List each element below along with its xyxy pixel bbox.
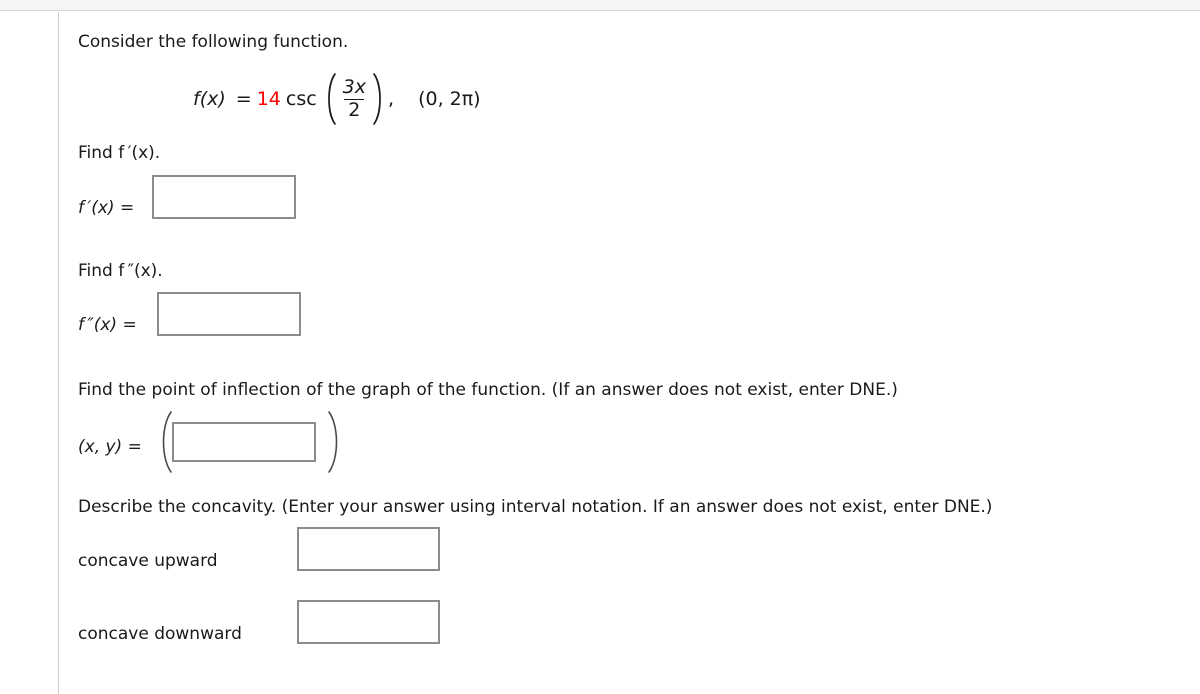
coefficient-value: 14 bbox=[256, 88, 281, 110]
concavity-prompt: Describe the concavity. (Enter your answ… bbox=[78, 497, 993, 517]
concave-downward-input[interactable] bbox=[297, 600, 440, 644]
open-paren-large bbox=[322, 72, 337, 126]
first-derivative-input[interactable] bbox=[152, 175, 296, 219]
browser-top-band bbox=[0, 0, 1200, 11]
concave-upward-label: concave upward bbox=[78, 551, 218, 571]
second-derivative-input[interactable] bbox=[157, 292, 301, 336]
function-name: f(x) bbox=[193, 88, 226, 110]
inflection-prompt: Find the point of inflection of the grap… bbox=[78, 380, 898, 400]
intro-text: Consider the following function. bbox=[78, 32, 349, 52]
first-derivative-prompt: Find f ′(x). bbox=[78, 143, 161, 163]
question-content: Consider the following function. f(x) = … bbox=[78, 12, 1178, 694]
concave-upward-input[interactable] bbox=[297, 527, 440, 571]
fraction-3x-over-2: 3x 2 bbox=[339, 75, 370, 121]
function-definition: f(x) = 14 csc 3x 2 , (0, 2π) bbox=[193, 72, 481, 126]
fraction-numerator: 3x bbox=[342, 75, 367, 98]
trig-function-name: csc bbox=[285, 88, 317, 110]
inflection-close-paren bbox=[326, 410, 344, 474]
domain-interval: (0, 2π) bbox=[418, 88, 481, 110]
inflection-label: (x, y) = bbox=[78, 437, 142, 457]
second-derivative-label: f ″(x) = bbox=[78, 315, 137, 335]
page-left-rule bbox=[58, 12, 59, 694]
second-derivative-prompt: Find f ″(x). bbox=[78, 261, 163, 281]
equation-equals-sign: = bbox=[235, 88, 252, 110]
concave-downward-label: concave downward bbox=[78, 624, 242, 644]
fraction-denominator: 2 bbox=[344, 98, 365, 121]
close-paren-large bbox=[372, 72, 387, 126]
inflection-point-input[interactable] bbox=[172, 422, 316, 462]
equation-comma: , bbox=[388, 88, 395, 110]
first-derivative-label: f ′(x) = bbox=[78, 198, 135, 218]
